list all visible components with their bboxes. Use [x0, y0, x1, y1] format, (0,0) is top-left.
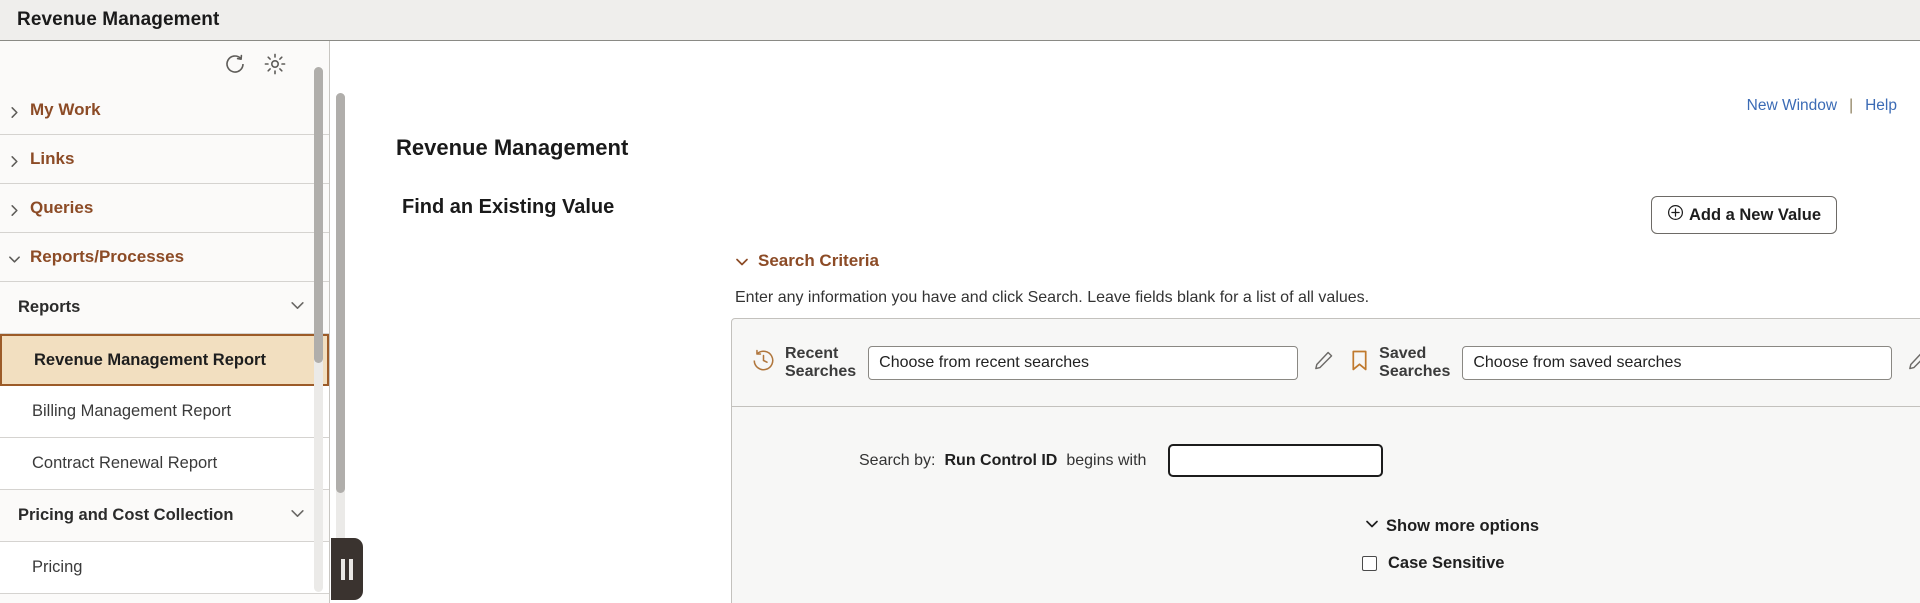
- search-criteria-hint: Enter any information you have and click…: [735, 289, 1369, 307]
- sidebar-collapse-handle[interactable]: [331, 538, 363, 600]
- add-a-new-value-label: Add a New Value: [1689, 206, 1821, 225]
- show-more-options-label: Show more options: [1386, 517, 1539, 536]
- sidebar-group-pricing-and-cost-collection[interactable]: Pricing and Cost Collection: [0, 490, 329, 542]
- find-existing-value-title: Find an Existing Value: [402, 196, 614, 219]
- saved-search-row: Recent Searches Choose from recent searc…: [732, 319, 1920, 407]
- main-scrollbar[interactable]: [336, 93, 345, 593]
- chevron-right-icon: [8, 104, 21, 117]
- page-shell: My Work Links Queries Reports/Processes …: [0, 41, 1920, 603]
- sidebar-toolbar: [0, 41, 329, 86]
- sidebar-section-reports-processes[interactable]: Reports/Processes: [0, 233, 329, 282]
- sidebar-group-reports[interactable]: Reports: [0, 282, 329, 334]
- sidebar-item-label: Pricing: [32, 558, 82, 577]
- sidebar-section-label: Queries: [30, 198, 93, 218]
- saved-searches-label: Saved Searches: [1379, 345, 1450, 381]
- sidebar-section-links[interactable]: Links: [0, 135, 329, 184]
- sidebar-scrollbar[interactable]: [314, 67, 323, 592]
- sidebar-item-pricing[interactable]: Pricing: [0, 542, 329, 594]
- recent-searches-select[interactable]: Choose from recent searches: [868, 346, 1298, 380]
- saved-searches-bookmark-icon: [1349, 349, 1370, 377]
- search-panel: Recent Searches Choose from recent searc…: [731, 318, 1920, 603]
- search-by-row: Search by: Run Control ID begins with: [859, 444, 1383, 477]
- sidebar-section-my-work[interactable]: My Work: [0, 86, 329, 135]
- saved-searches-select[interactable]: Choose from saved searches: [1462, 346, 1892, 380]
- add-a-new-value-button[interactable]: Add a New Value: [1651, 196, 1837, 234]
- search-by-prefix: Search by:: [859, 452, 935, 470]
- pause-bar-icon: [341, 559, 345, 580]
- refresh-icon[interactable]: [223, 52, 247, 76]
- sidebar-section-label: Reports/Processes: [30, 247, 184, 267]
- sidebar-section-label: Links: [30, 149, 74, 169]
- sidebar-section-queries[interactable]: Queries: [0, 184, 329, 233]
- case-sensitive-checkbox[interactable]: [1362, 556, 1377, 571]
- app-title: Revenue Management: [17, 9, 219, 31]
- run-control-id-input[interactable]: [1168, 444, 1383, 477]
- search-criteria-toggle[interactable]: Search Criteria: [735, 251, 879, 271]
- sidebar-item-label: Contract Renewal Report: [32, 454, 217, 473]
- recent-searches-select-wrap: Choose from recent searches: [868, 346, 1298, 380]
- show-more-options-toggle[interactable]: Show more options: [1365, 517, 1539, 536]
- sidebar-scrollbar-thumb[interactable]: [314, 67, 323, 363]
- plus-circle-icon: [1667, 204, 1684, 226]
- header-links: New Window | Help: [1747, 97, 1897, 115]
- chevron-down-icon: [1365, 517, 1379, 536]
- search-by-operator: begins with: [1066, 452, 1146, 470]
- case-sensitive-label: Case Sensitive: [1388, 554, 1504, 573]
- gear-icon[interactable]: [263, 52, 287, 76]
- sidebar: My Work Links Queries Reports/Processes …: [0, 41, 330, 603]
- app-header-bar: Revenue Management: [0, 0, 1920, 41]
- chevron-right-icon: [8, 202, 21, 215]
- pause-bar-icon: [349, 559, 353, 580]
- search-by-field-name: Run Control ID: [944, 452, 1057, 470]
- chevron-down-icon: [735, 254, 749, 268]
- link-separator: |: [1849, 97, 1853, 115]
- new-window-link[interactable]: New Window: [1747, 97, 1837, 115]
- chevron-down-icon: [290, 298, 305, 318]
- search-fields-row: Search by: Run Control ID begins with Sh…: [732, 407, 1920, 603]
- sidebar-item-label: Revenue Management Report: [34, 351, 266, 370]
- sidebar-section-label: My Work: [30, 100, 101, 120]
- sidebar-group-label: Pricing and Cost Collection: [18, 506, 233, 525]
- sidebar-item-label: Billing Management Report: [32, 402, 231, 421]
- chevron-down-icon: [8, 251, 21, 264]
- edit-recent-searches-pencil-icon[interactable]: [1312, 349, 1335, 377]
- recent-searches-clock-icon: [751, 348, 776, 378]
- page-title: Revenue Management: [396, 135, 628, 161]
- main-content: New Window | Help Revenue Management Fin…: [330, 41, 1920, 603]
- sidebar-group-label: Reports: [18, 298, 80, 317]
- search-criteria-label: Search Criteria: [758, 251, 879, 271]
- main-scrollbar-thumb[interactable]: [336, 93, 345, 493]
- saved-searches-select-wrap: Choose from saved searches: [1462, 346, 1892, 380]
- case-sensitive-row[interactable]: Case Sensitive: [1362, 554, 1504, 573]
- chevron-right-icon: [8, 153, 21, 166]
- recent-searches-label: Recent Searches: [785, 345, 856, 381]
- sidebar-item-billing-management-report[interactable]: Billing Management Report: [0, 386, 329, 438]
- help-link[interactable]: Help: [1865, 97, 1897, 115]
- sidebar-item-revenue-management-report[interactable]: Revenue Management Report: [0, 334, 329, 386]
- chevron-down-icon: [290, 506, 305, 526]
- sidebar-item-contract-renewal-report[interactable]: Contract Renewal Report: [0, 438, 329, 490]
- edit-saved-searches-pencil-icon[interactable]: [1906, 349, 1920, 377]
